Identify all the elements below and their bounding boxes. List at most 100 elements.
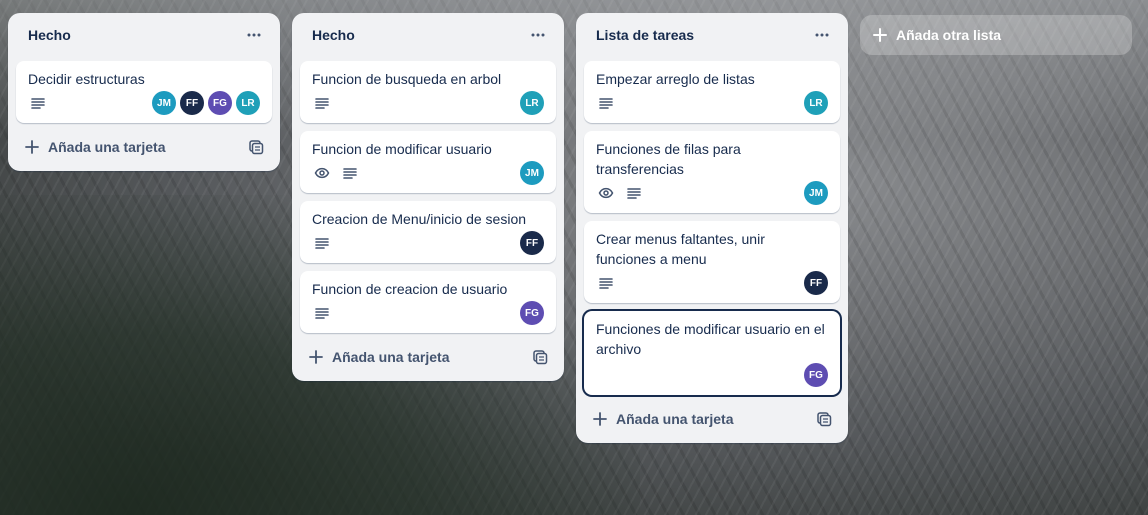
card-badges [596,275,614,291]
avatar[interactable]: FG [208,91,232,115]
card-list: Funcion de busqueda en arbol LR Funcion de… [292,53,564,333]
add-card-label: Añada una tarjeta [332,349,450,365]
card-members: FF [520,231,544,255]
card-members: FG [804,363,828,387]
list-title[interactable]: Hecho [28,27,71,43]
card[interactable]: Creacion de Menu/inicio de sesion FF [300,201,556,263]
add-list-button[interactable]: Añada otra lista [860,15,1132,55]
card[interactable]: Decidir estructuras JM FF FG LR [16,61,272,123]
card-title: Empezar arreglo de listas [596,71,755,87]
description-icon [314,235,330,251]
card-badges [312,305,330,321]
board-canvas: Hecho Decidir estructuras JM FF FG LR Añada un… [0,0,1148,515]
add-card-label: Añada una tarjeta [616,411,734,427]
card-title: Decidir estructuras [28,71,145,87]
card-footer: FG [312,301,544,325]
list-column: Hecho Funcion de busqueda en arbol LR Funci… [292,13,564,381]
avatar[interactable]: JM [804,181,828,205]
card-title: Funcion de creacion de usuario [312,281,508,297]
create-from-template-icon[interactable] [532,349,548,365]
card-members: LR [804,91,828,115]
description-icon [342,165,358,181]
watch-eye-icon [314,165,330,181]
card-badges [28,95,46,111]
avatar[interactable]: FF [180,91,204,115]
card-members: FG [520,301,544,325]
create-from-template-icon[interactable] [816,411,832,427]
avatar[interactable]: JM [520,161,544,185]
card-footer: LR [596,91,828,115]
avatar[interactable]: FF [804,271,828,295]
add-card-label: Añada una tarjeta [48,139,166,155]
card-footer: JM FF FG LR [28,91,260,115]
more-horizontal-icon[interactable] [524,21,552,49]
list-column: Hecho Decidir estructuras JM FF FG LR Añada un… [8,13,280,171]
list-header: Hecho [8,13,280,53]
card[interactable]: Funcion de busqueda en arbol LR [300,61,556,123]
card-members: LR [520,91,544,115]
card[interactable]: Funcion de modificar usuario JM [300,131,556,193]
card[interactable]: Funcion de creacion de usuario FG [300,271,556,333]
description-icon [314,95,330,111]
avatar[interactable]: LR [520,91,544,115]
card-members: JM [804,181,828,205]
description-icon [626,185,642,201]
card-list: Decidir estructuras JM FF FG LR [8,53,280,123]
list-column: Lista de tareas Empezar arreglo de listas… [576,13,848,443]
card[interactable]: Funciones de modificar usuario en el arc… [584,311,840,395]
avatar[interactable]: LR [236,91,260,115]
more-horizontal-icon[interactable] [240,21,268,49]
description-icon [30,95,46,111]
add-card-left: Añada una tarjeta [308,349,449,365]
add-card-button[interactable]: Añada una tarjeta [584,403,840,435]
card[interactable]: Crear menus faltantes, unir funciones a … [584,221,840,303]
card[interactable]: Empezar arreglo de listas LR [584,61,840,123]
list-title[interactable]: Lista de tareas [596,27,694,43]
avatar[interactable]: LR [804,91,828,115]
card-list: Empezar arreglo de listas LR Funciones de … [576,53,848,395]
list-header: Hecho [292,13,564,53]
card-title: Funciones de modificar usuario en el arc… [596,321,825,357]
avatar[interactable]: FG [804,363,828,387]
list-title[interactable]: Hecho [312,27,355,43]
plus-icon [24,139,40,155]
add-list-label: Añada otra lista [896,27,1002,43]
add-card-button[interactable]: Añada una tarjeta [16,131,272,163]
card-title: Funcion de busqueda en arbol [312,71,502,87]
description-icon [314,305,330,321]
add-card-button[interactable]: Añada una tarjeta [300,341,556,373]
card-footer: JM [596,181,828,205]
plus-icon [308,349,324,365]
add-card-left: Añada una tarjeta [24,139,165,155]
card-footer: JM [312,161,544,185]
card-title: Funciones de filas para transferencias [596,141,741,177]
description-icon [598,95,614,111]
create-from-template-icon[interactable] [248,139,264,155]
add-card-left: Añada una tarjeta [592,411,733,427]
watch-eye-icon [598,185,614,201]
avatar[interactable]: JM [152,91,176,115]
plus-icon [592,411,608,427]
plus-icon [872,27,888,43]
card-badges [596,185,642,201]
card-members: JM [520,161,544,185]
card[interactable]: Funciones de filas para transferencias JM [584,131,840,213]
card-badges [312,95,330,111]
card-members: FF [804,271,828,295]
card-badges [596,95,614,111]
card-badges [312,235,330,251]
card-footer: LR [312,91,544,115]
card-members: JM FF FG LR [152,91,260,115]
avatar[interactable]: FG [520,301,544,325]
description-icon [598,275,614,291]
card-title: Crear menus faltantes, unir funciones a … [596,231,765,267]
avatar[interactable]: FF [520,231,544,255]
card-footer: FF [596,271,828,295]
card-footer: FG [596,363,828,387]
card-badges [312,165,358,181]
card-title: Funcion de modificar usuario [312,141,492,157]
card-footer: FF [312,231,544,255]
card-title: Creacion de Menu/inicio de sesion [312,211,527,227]
more-horizontal-icon[interactable] [808,21,836,49]
list-header: Lista de tareas [576,13,848,53]
